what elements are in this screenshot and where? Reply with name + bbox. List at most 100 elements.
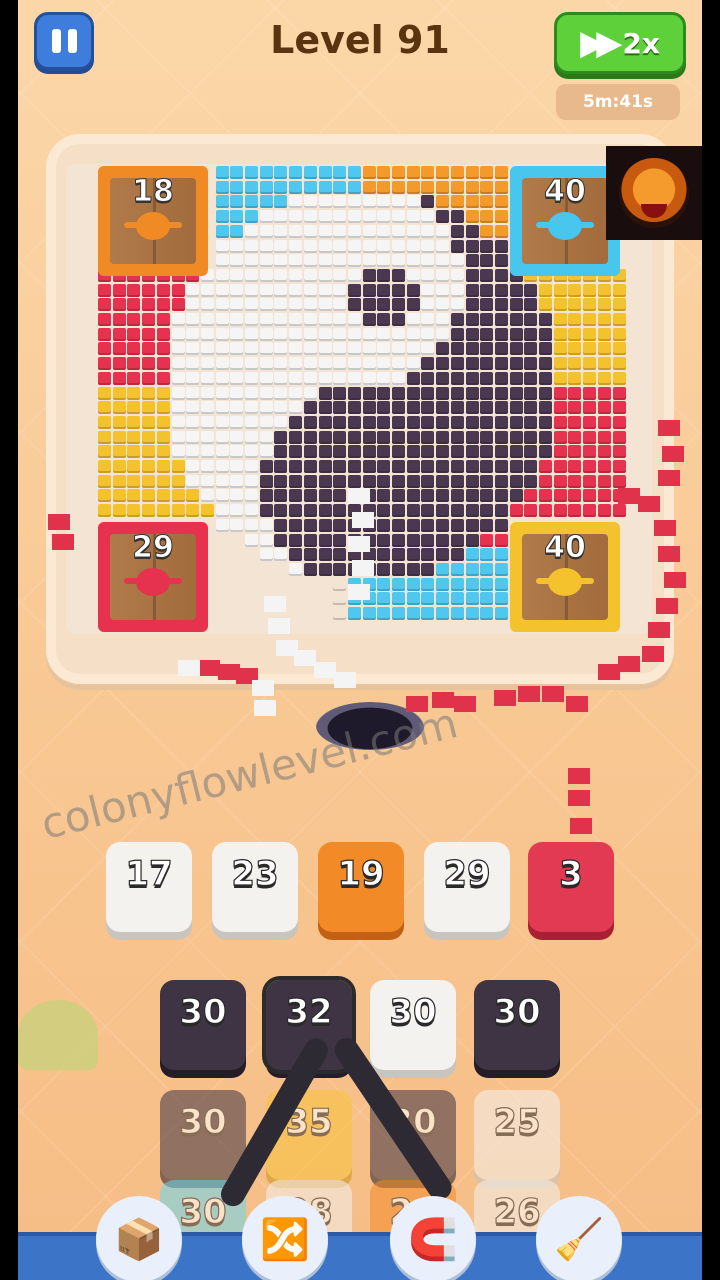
pixel-cell bbox=[259, 504, 273, 518]
stack-tile[interactable]: 30 bbox=[474, 980, 560, 1070]
queue-tile[interactable]: 17 bbox=[106, 842, 192, 932]
pixel-cell bbox=[406, 518, 420, 532]
claw-tool-icon[interactable]: 🧲 bbox=[390, 1196, 476, 1280]
pixel-cell bbox=[421, 460, 435, 473]
pixel-cell bbox=[318, 166, 332, 179]
pixel-cell bbox=[377, 357, 391, 371]
pixel-cell bbox=[215, 474, 229, 488]
pixel-cell bbox=[171, 313, 185, 326]
pixel-cell bbox=[450, 401, 464, 415]
pixel-cell bbox=[171, 283, 185, 297]
pixel-cell bbox=[215, 460, 229, 473]
stack-tile[interactable]: 30 bbox=[370, 980, 456, 1070]
pixel-cell bbox=[553, 445, 567, 459]
pixel-cell bbox=[156, 445, 170, 459]
pixel-cell bbox=[509, 371, 523, 385]
pixel-cell bbox=[245, 327, 258, 341]
pixel-cell bbox=[406, 195, 420, 209]
color-box-red[interactable]: 29 bbox=[98, 522, 208, 632]
pixel-cell bbox=[362, 283, 376, 297]
pixel-cell bbox=[377, 210, 391, 224]
queue-tile[interactable]: 3 bbox=[528, 842, 614, 932]
pixel-cell bbox=[539, 386, 552, 400]
pixel-cell bbox=[318, 342, 332, 356]
pixel-cell bbox=[98, 445, 111, 459]
pixel-cell bbox=[289, 268, 303, 282]
box-count: 18 bbox=[132, 174, 175, 210]
pixel-cell bbox=[377, 195, 391, 209]
pixel-cell bbox=[171, 401, 185, 415]
vacuum-tool-icon[interactable]: 🧹 bbox=[536, 1196, 622, 1280]
pixel-cell bbox=[186, 313, 200, 326]
pixel-cell bbox=[171, 445, 185, 459]
queue-tile[interactable]: 29 bbox=[424, 842, 510, 932]
pixel-cell bbox=[142, 445, 156, 459]
pixel-cell bbox=[436, 518, 450, 532]
pixel-cell bbox=[436, 254, 450, 268]
pixel-cell bbox=[568, 386, 582, 400]
pixel-cell bbox=[406, 445, 420, 459]
pixel-cell bbox=[436, 504, 450, 518]
pixel-cell bbox=[406, 210, 420, 224]
pixel-cell bbox=[465, 401, 479, 415]
pixel-cell bbox=[171, 460, 185, 473]
pixel-cell bbox=[480, 415, 494, 429]
pixel-cell bbox=[583, 386, 597, 400]
pixel-cell bbox=[465, 430, 479, 444]
pixel-cell bbox=[465, 254, 479, 268]
queue-tile[interactable]: 19 bbox=[318, 842, 404, 932]
pixel-cell bbox=[318, 504, 332, 518]
decor-bush bbox=[18, 1000, 98, 1070]
pixel-cell bbox=[406, 298, 420, 312]
pixel-cell bbox=[245, 445, 258, 459]
pixel-cell bbox=[230, 180, 244, 194]
pixel-cell bbox=[509, 327, 523, 341]
pixel-cell bbox=[539, 327, 552, 341]
color-box-yellow[interactable]: 40 bbox=[510, 522, 620, 632]
pixel-cell bbox=[524, 357, 538, 371]
pixel-cell bbox=[230, 371, 244, 385]
color-box-orange[interactable]: 18 bbox=[98, 166, 208, 276]
pixel-cell bbox=[436, 430, 450, 444]
pixel-cell bbox=[142, 415, 156, 429]
pixel-cell bbox=[303, 313, 317, 326]
queue-tile[interactable]: 23 bbox=[212, 842, 298, 932]
stack-tile[interactable]: 30 bbox=[160, 980, 246, 1070]
pixel-cell bbox=[509, 474, 523, 488]
pixel-cell bbox=[274, 254, 288, 268]
pixel-cell bbox=[215, 283, 229, 297]
pixel-cell bbox=[303, 518, 317, 532]
speed-button[interactable]: ▶▶ 2x bbox=[554, 12, 686, 74]
pixel-cell bbox=[494, 210, 508, 224]
pixel-cell bbox=[450, 415, 464, 429]
pixel-cell bbox=[289, 166, 303, 179]
pixel-cell bbox=[583, 327, 597, 341]
color-box-blue[interactable]: 40 bbox=[510, 166, 620, 276]
pixel-cell bbox=[318, 518, 332, 532]
pixel-cell bbox=[509, 386, 523, 400]
red-ant bbox=[566, 696, 588, 712]
red-ant bbox=[52, 534, 74, 550]
pixel-cell bbox=[171, 430, 185, 444]
add-box-tool-icon[interactable]: 📦 bbox=[96, 1196, 182, 1280]
pixel-cell bbox=[597, 489, 611, 503]
pixel-cell bbox=[377, 254, 391, 268]
box-count: 29 bbox=[132, 530, 175, 566]
pixel-cell bbox=[347, 313, 361, 326]
pixel-cell bbox=[450, 533, 464, 547]
pixel-cell bbox=[171, 474, 185, 488]
pixel-cell bbox=[568, 371, 582, 385]
timer: 5m:41s bbox=[556, 84, 680, 120]
pixel-cell bbox=[245, 342, 258, 356]
pixel-cell bbox=[377, 327, 391, 341]
pixel-cell bbox=[333, 489, 347, 503]
pixel-cell bbox=[494, 239, 508, 253]
pixel-cell bbox=[568, 445, 582, 459]
pixel-cell bbox=[156, 401, 170, 415]
pixel-cell bbox=[509, 460, 523, 473]
pixel-cell bbox=[98, 371, 111, 385]
pixel-cell bbox=[347, 166, 361, 179]
shuffle-tool-icon[interactable]: 🔀 bbox=[242, 1196, 328, 1280]
pixel-cell bbox=[450, 180, 464, 194]
pixel-cell bbox=[509, 342, 523, 356]
